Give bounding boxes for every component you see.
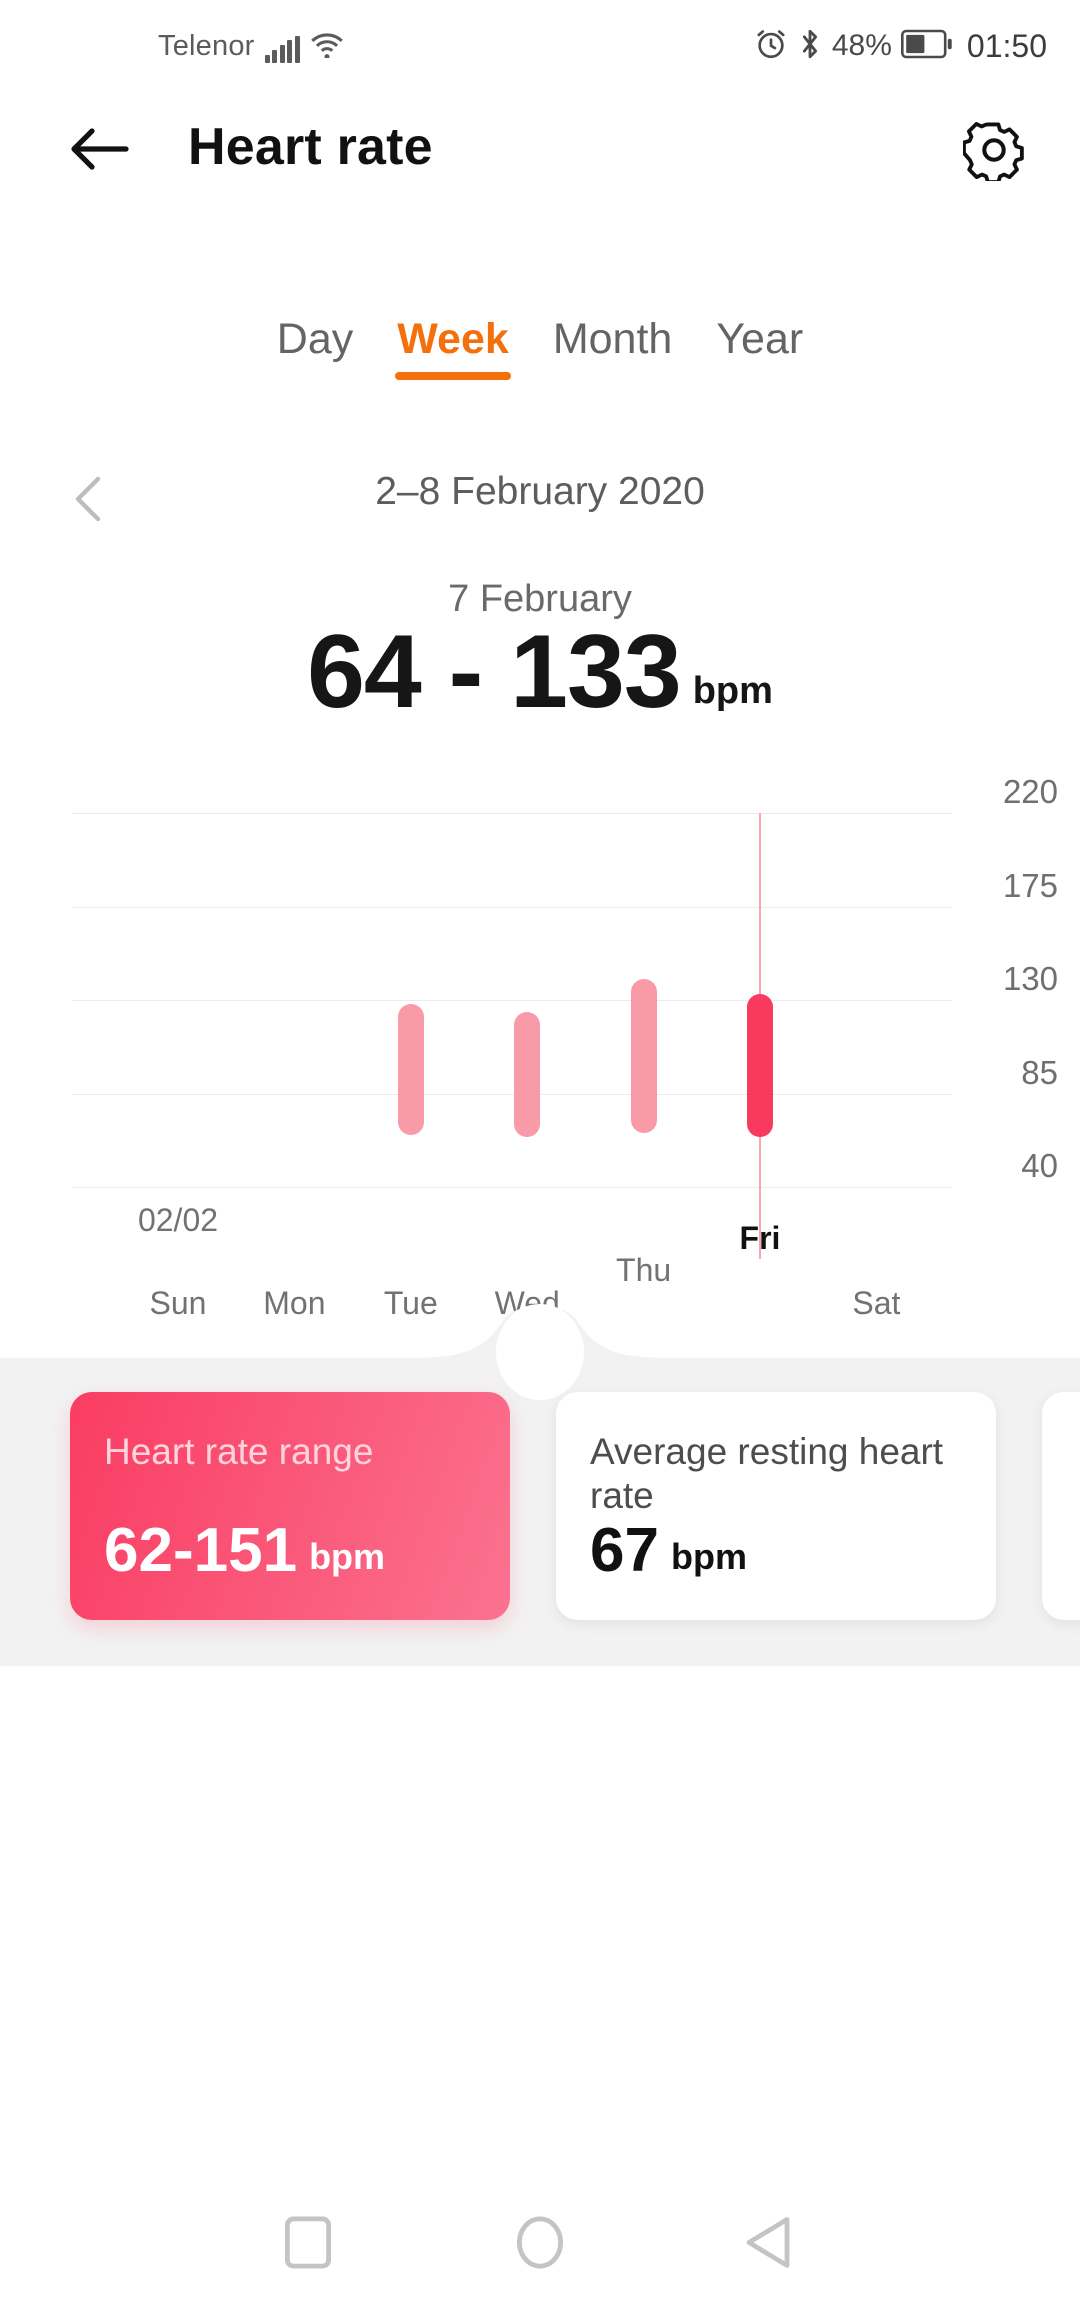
chart-gridline xyxy=(72,906,952,908)
square-recents-icon[interactable] xyxy=(285,2216,332,2274)
card-unit: bpm xyxy=(309,1536,386,1577)
chart-x-label-fri[interactable]: Fri xyxy=(740,1220,781,1257)
card-title: Heart rate range xyxy=(104,1431,374,1472)
page-title: Heart rate xyxy=(188,118,433,176)
chart-bar[interactable] xyxy=(747,993,773,1138)
chart-gridline xyxy=(72,1093,952,1095)
chart-y-tick-label: 220 xyxy=(1002,773,1058,810)
summary-cards: Heart rate range 62-151 bpm Average rest… xyxy=(0,1392,1080,1642)
triangle-back-icon[interactable] xyxy=(744,2217,792,2274)
chart-y-tick-label: 40 xyxy=(1021,1147,1058,1184)
status-bar-right: 48% 01:50 xyxy=(754,27,1047,66)
tab-month[interactable]: Month xyxy=(553,315,673,380)
chart-y-tick-label: 130 xyxy=(1002,960,1058,997)
alarm-clock-icon xyxy=(754,27,788,66)
card-value-block: 62-151 bpm xyxy=(104,1520,476,1582)
week-navigator: 2–8 February 2020 xyxy=(0,470,1080,530)
heart-rate-unit: bpm xyxy=(692,670,773,713)
tab-year[interactable]: Year xyxy=(716,315,803,380)
system-nav-bar xyxy=(0,2180,1080,2310)
card-average-resting-heart-rate[interactable]: Average resting heart rate 67 bpm xyxy=(556,1392,996,1620)
chart-bar[interactable] xyxy=(630,979,657,1133)
app-bar: Heart rate xyxy=(0,92,1080,207)
battery-icon xyxy=(900,29,953,64)
chart-y-tick-label: 175 xyxy=(1002,866,1058,904)
period-tabs: Day Week Month Year xyxy=(0,315,1080,380)
carrier-label: Telenor xyxy=(158,29,255,62)
card-heart-rate-range[interactable]: Heart rate range 62-151 bpm xyxy=(70,1392,510,1620)
battery-percent-label: 48% xyxy=(831,29,892,62)
wifi-icon xyxy=(310,30,344,63)
card-title: Average resting heart rate xyxy=(590,1431,944,1516)
heart-rate-chart[interactable]: 220 175 130 85 40 xyxy=(0,760,1080,1259)
gear-icon[interactable] xyxy=(962,119,1025,184)
chart-gridline xyxy=(72,1187,952,1188)
tab-day[interactable]: Day xyxy=(277,315,353,380)
chart-x-label-mon[interactable]: Mon xyxy=(263,1285,325,1322)
chart-y-tick-label: 85 xyxy=(1021,1053,1058,1091)
heart-rate-value-block: 64 - 133 bpm xyxy=(0,614,1080,730)
chart-x-label-thu[interactable]: Thu xyxy=(616,1252,671,1289)
chart-x-label-sun[interactable]: Sun xyxy=(150,1285,207,1322)
card-value: 67 xyxy=(590,1516,659,1585)
card-value-block: 67 bpm xyxy=(590,1520,962,1582)
heart-rate-screen: Telenor 48% 01:50 Heart rate Day Week Mo… xyxy=(0,0,1080,2310)
chart-bar[interactable] xyxy=(514,1012,541,1138)
clock-label: 01:50 xyxy=(966,27,1047,64)
card-unit: bpm xyxy=(670,1536,747,1577)
chart-start-date-label: 02/02 xyxy=(137,1202,219,1238)
status-bar-left: Telenor xyxy=(158,30,344,63)
circle-home-icon[interactable] xyxy=(516,2216,564,2274)
tab-week[interactable]: Week xyxy=(397,315,509,380)
heart-rate-range-value: 64 - 133 xyxy=(307,614,682,730)
card-next-partial[interactable] xyxy=(1042,1392,1080,1620)
status-bar: Telenor 48% 01:50 xyxy=(0,0,1080,92)
chart-gridline xyxy=(72,813,952,814)
signal-bars-icon xyxy=(264,35,300,63)
week-range-label: 2–8 February 2020 xyxy=(375,470,705,513)
card-value: 62-151 xyxy=(104,1516,298,1585)
chart-x-label-sat[interactable]: Sat xyxy=(852,1285,900,1322)
chart-gridline xyxy=(72,1000,952,1001)
bluetooth-icon xyxy=(797,27,823,66)
chart-bar[interactable] xyxy=(397,1004,424,1136)
back-button[interactable] xyxy=(66,119,130,179)
